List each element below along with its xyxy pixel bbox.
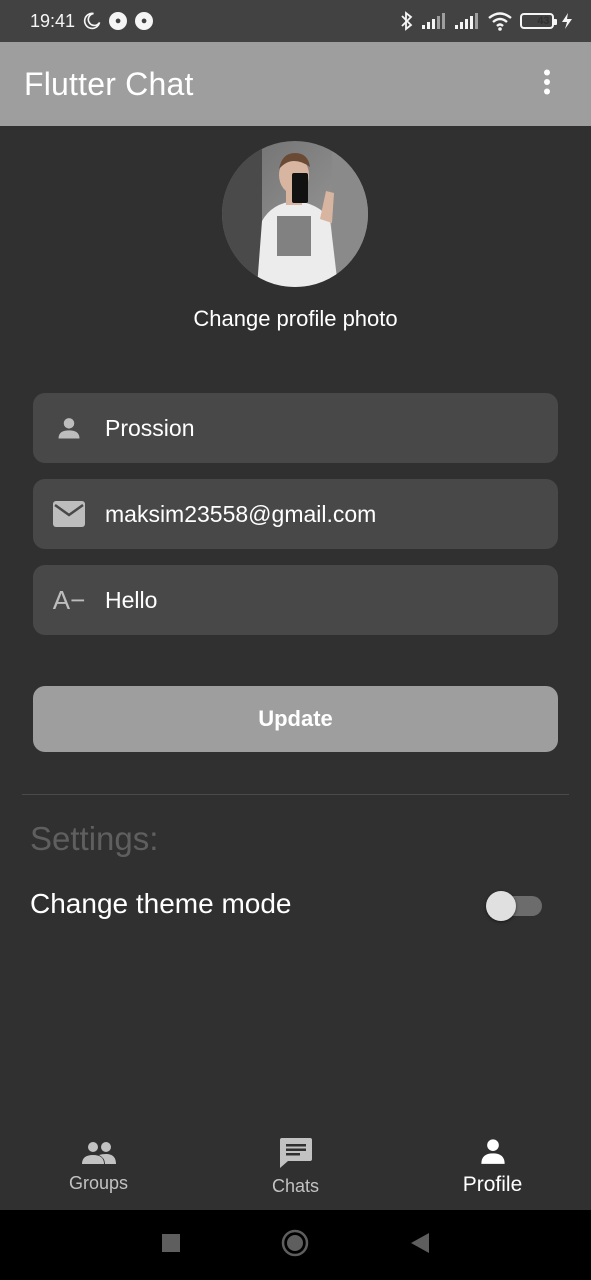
person-icon [479,1137,507,1171]
update-button[interactable]: Update [33,686,558,752]
status-time: 19:41 [30,10,76,31]
email-input[interactable]: maksim23558@gmail.com [105,501,525,528]
nav-label-groups: Groups [68,1173,129,1193]
about-input[interactable]: Hello [105,587,525,614]
nav-label-profile: Profile [462,1173,523,1196]
chat-icon [279,1137,313,1174]
name-field[interactable]: Prossion [33,393,558,463]
nav-label-chats: Chats [271,1176,320,1196]
toggle-thumb [486,891,516,921]
notification-icon: ● [135,12,154,30]
app-bar: Flutter Chat [0,42,591,126]
person-icon [53,412,85,444]
text-decrease-glyph: A− [52,584,86,615]
divider [22,794,569,795]
signal-icon [454,12,480,30]
back-button[interactable] [409,1232,431,1259]
app-title: Flutter Chat [24,65,194,102]
groups-icon [81,1140,117,1171]
nav-item-chats[interactable]: Chats [197,1124,394,1210]
profile-avatar[interactable] [222,141,368,287]
theme-mode-toggle[interactable] [486,890,542,922]
recents-button[interactable] [161,1233,181,1258]
wifi-icon [487,11,513,31]
settings-title: Settings: [30,820,159,857]
bluetooth-icon [400,11,414,31]
signal-icon [421,12,447,30]
bottom-navigation: Groups Chats Profile [0,1124,591,1210]
more-vert-icon [543,69,551,100]
change-profile-photo-link[interactable]: Change profile photo [0,306,591,332]
name-input[interactable]: Prossion [105,415,525,442]
more-options-button[interactable] [527,64,567,104]
theme-mode-label: Change theme mode [30,888,292,919]
battery-level: 43 [537,15,550,27]
home-button[interactable] [281,1229,309,1262]
moon-icon [83,12,101,30]
notification-icon: ● [109,12,128,30]
status-left: 19:41 ● ● [30,10,154,32]
about-field[interactable]: A− Hello [33,565,558,635]
text-decrease-icon: A− [52,584,86,616]
system-navigation-bar [0,1210,591,1280]
status-bar: 19:41 ● ● 43 [0,0,591,42]
charging-icon [561,12,573,30]
nav-item-profile[interactable]: Profile [394,1124,591,1210]
email-field[interactable]: maksim23558@gmail.com [33,479,558,549]
battery-icon: 43 [520,13,557,29]
status-right: 43 [400,11,573,31]
email-icon [53,498,85,530]
nav-item-groups[interactable]: Groups [0,1124,197,1210]
